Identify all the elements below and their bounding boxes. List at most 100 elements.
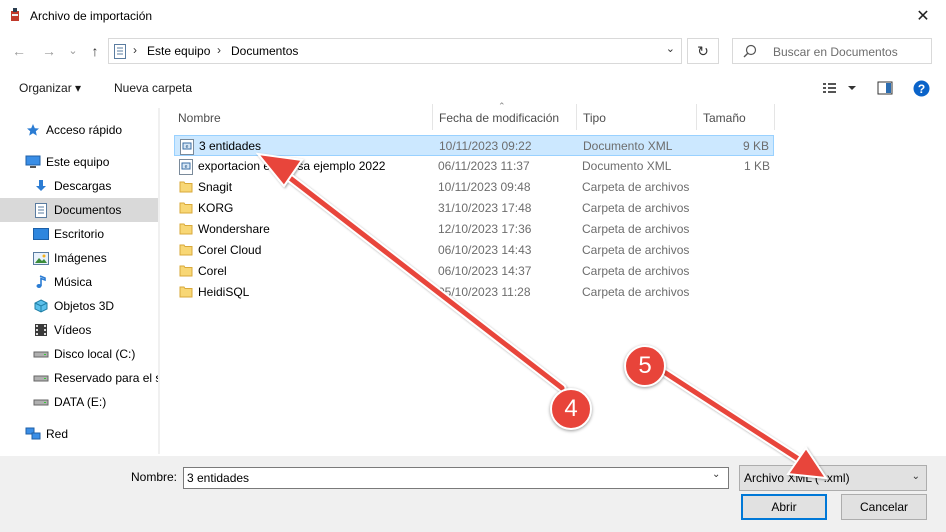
file-type: Carpeta de archivos (582, 285, 690, 299)
sidebar-item[interactable]: Acceso rápido (0, 118, 158, 142)
star-icon (25, 122, 41, 138)
refresh-icon: ↻ (697, 43, 709, 59)
forward-button[interactable]: → (40, 42, 58, 60)
file-type-select[interactable]: Archivo XML (*.xml) ⌄ (739, 465, 927, 491)
folder-icon (179, 180, 193, 196)
sidebar-item-label: Documentos (54, 203, 122, 217)
sidebar-item[interactable]: Red (0, 422, 158, 446)
sidebar-item[interactable]: Imágenes (0, 246, 158, 270)
file-date: 05/10/2023 11:28 (438, 285, 531, 299)
music-icon (33, 274, 49, 290)
file-date: 31/10/2023 17:48 (438, 201, 532, 215)
back-button[interactable]: ← (10, 42, 28, 60)
close-button[interactable]: ✕ (900, 0, 946, 32)
file-row[interactable]: Snagit 10/11/2023 09:48 Carpeta de archivo… (174, 177, 774, 198)
address-bar[interactable]: › Este equipo › Documentos ⌄ (108, 38, 682, 64)
cancel-button[interactable]: Cancelar (841, 494, 927, 520)
sidebar-item-label: Objetos 3D (54, 299, 115, 313)
column-header-type[interactable]: Tipo (583, 111, 606, 125)
navigation-pane-scrollbar[interactable] (158, 108, 160, 454)
column-header-name[interactable]: Nombre (178, 111, 221, 125)
preview-pane-icon[interactable] (877, 80, 893, 96)
video-icon (33, 322, 49, 338)
view-options-icon[interactable] (822, 80, 858, 96)
sidebar-item[interactable]: Este equipo (0, 150, 158, 174)
search-icon (743, 44, 757, 58)
sidebar-item[interactable]: Objetos 3D (0, 294, 158, 318)
file-size: 1 KB (743, 159, 770, 173)
column-divider[interactable] (576, 104, 577, 130)
column-divider[interactable] (432, 104, 433, 130)
column-divider[interactable] (696, 104, 697, 130)
sidebar-item[interactable]: Descargas (0, 174, 158, 198)
file-row[interactable]: Wondershare 12/10/2023 17:36 Carpeta de ar… (174, 219, 774, 240)
sidebar-item[interactable]: Escritorio (0, 222, 158, 246)
download-icon (33, 178, 49, 194)
file-date: 06/10/2023 14:37 (438, 264, 532, 278)
up-button[interactable]: ↑ (86, 42, 104, 60)
column-divider[interactable] (774, 104, 775, 130)
address-dropdown-icon[interactable]: ⌄ (666, 42, 675, 55)
file-type: Carpeta de archivos (582, 222, 690, 236)
cube-icon (33, 298, 49, 314)
svg-text:e: e (186, 144, 189, 150)
sidebar-item-label: DATA (E:) (54, 395, 107, 409)
document-icon (114, 44, 126, 59)
sidebar-item[interactable]: Documentos (0, 198, 158, 222)
new-folder-button[interactable]: Nueva carpeta (114, 81, 192, 95)
file-name-label: Nombre: (131, 470, 178, 484)
navigation-bar: ← → ⌄ ↑ › Este equipo › Documentos ⌄ ↻ B… (0, 34, 946, 68)
file-row[interactable]: HeidiSQL 05/10/2023 11:28 Carpeta de archi… (174, 282, 774, 303)
navigation-pane: Acceso rápido Este equipo Descargas Documen… (0, 108, 160, 454)
organize-button[interactable]: Organizar ▾ (19, 81, 81, 95)
file-type: Carpeta de archivos (582, 201, 690, 215)
file-row[interactable]: e exportacion empresa ejemplo 2022 06/11/2… (174, 156, 774, 177)
breadcrumb-documentos[interactable]: Documentos (231, 44, 298, 58)
column-header-size[interactable]: Tamaño (703, 111, 746, 125)
drive-icon (33, 394, 49, 410)
file-name: Wondershare (198, 222, 270, 236)
dropdown-icon: ▾ (75, 81, 82, 95)
file-row[interactable]: e 3 entidades 10/11/2023 09:22 Documento XM… (174, 135, 774, 156)
file-type: Carpeta de archivos (582, 180, 690, 194)
sidebar-item[interactable]: Disco local (C:) (0, 342, 158, 366)
dialog-footer: Nombre: 3 entidades ⌄ Archivo XML (*.xml… (0, 456, 946, 532)
open-button[interactable]: Abrir (741, 494, 827, 520)
file-name: HeidiSQL (198, 285, 250, 299)
recent-locations-button[interactable]: ⌄ (64, 42, 82, 60)
desktop-icon (33, 226, 49, 242)
file-row[interactable]: Corel 06/10/2023 14:37 Carpeta de archivos (174, 261, 774, 282)
sidebar-item-label: Reservado para el si (54, 371, 158, 385)
sidebar-item-label: Escritorio (54, 227, 105, 241)
file-date: 10/11/2023 09:22 (439, 139, 532, 153)
file-row[interactable]: KORG 31/10/2023 17:48 Carpeta de archivos (174, 198, 774, 219)
file-date: 06/10/2023 14:43 (438, 243, 532, 257)
drive-icon (33, 370, 49, 386)
sidebar-item[interactable]: DATA (E:) (0, 390, 158, 414)
command-toolbar: Organizar ▾ Nueva carpeta ? (0, 74, 946, 104)
file-type: Documento XML (583, 139, 673, 153)
title-bar: Archivo de importación ✕ (0, 0, 946, 32)
sidebar-item[interactable]: Música (0, 270, 158, 294)
drive-icon (33, 346, 49, 362)
sidebar-item-label: Imágenes (54, 251, 107, 265)
sidebar-item-label: Red (46, 427, 69, 441)
document-icon (33, 202, 49, 218)
help-icon[interactable]: ? (913, 80, 930, 97)
file-row[interactable]: Corel Cloud 06/10/2023 14:43 Carpeta de ar… (174, 240, 774, 261)
folder-icon (179, 264, 193, 280)
column-header-date[interactable]: Fecha de modificación (439, 111, 559, 125)
sort-indicator-icon: ⌃ (498, 101, 506, 111)
file-date: 12/10/2023 17:36 (438, 222, 532, 236)
file-name-dropdown-icon[interactable]: ⌄ (712, 469, 720, 480)
search-box[interactable]: Buscar en Documentos (732, 38, 932, 64)
sidebar-item[interactable]: Vídeos (0, 318, 158, 342)
sidebar-item[interactable]: Reservado para el si (0, 366, 158, 390)
computer-icon (25, 154, 41, 170)
folder-icon (179, 222, 193, 238)
file-name-input[interactable]: 3 entidades (183, 467, 729, 489)
file-date: 10/11/2023 09:48 (438, 180, 531, 194)
breadcrumb-este-equipo[interactable]: Este equipo (147, 44, 210, 58)
refresh-button[interactable]: ↻ (687, 38, 719, 64)
file-name: KORG (198, 201, 234, 215)
